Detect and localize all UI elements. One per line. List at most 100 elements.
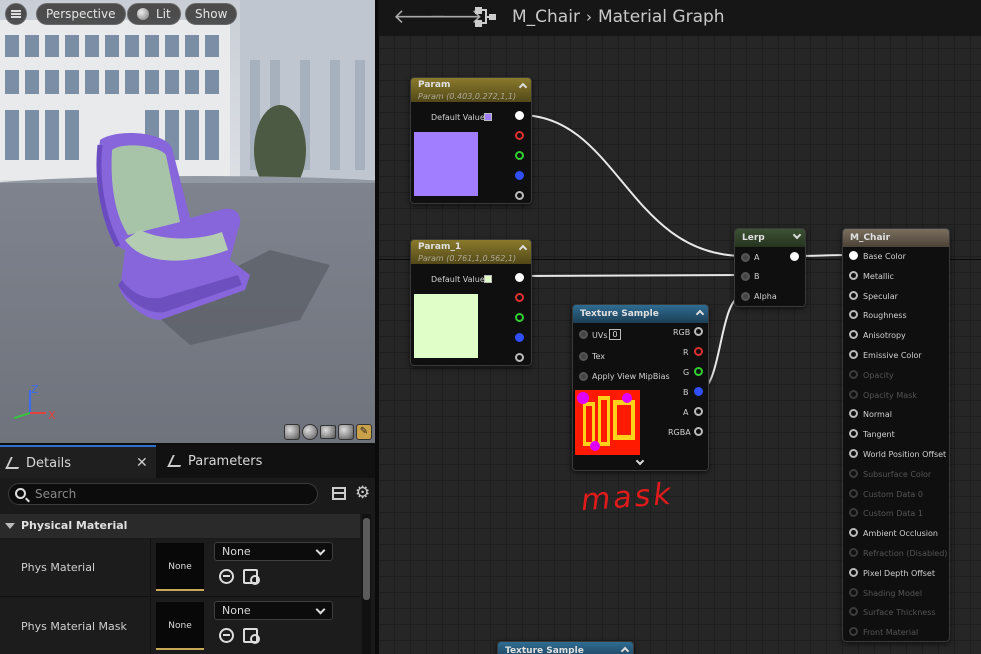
tab-details[interactable]: Details ✕ <box>0 445 156 478</box>
asset-combo[interactable]: None <box>214 542 333 561</box>
gear-icon[interactable]: ⚙ <box>355 484 370 502</box>
use-selected-icon[interactable] <box>219 569 234 584</box>
material-input-pin[interactable] <box>849 409 858 419</box>
output-pin-rgb[interactable] <box>515 273 524 282</box>
pin-label: Tex <box>592 352 606 361</box>
show-button[interactable]: Show <box>185 3 238 25</box>
search-box[interactable] <box>8 483 318 505</box>
search-input[interactable] <box>35 486 305 502</box>
material-input-pin[interactable] <box>849 251 858 260</box>
browse-asset-icon[interactable] <box>243 628 260 644</box>
param-node-header[interactable]: Param Param (0.403,0.272,1,1) <box>411 78 531 102</box>
uv-index-field[interactable]: 0 <box>609 329 621 340</box>
texture-sample-node[interactable]: Texture Sample UVs 0 Tex Apply View MipB… <box>572 304 709 471</box>
color-preview <box>414 294 478 358</box>
color-swatch[interactable] <box>484 275 492 283</box>
input-pin-alpha[interactable] <box>741 292 750 301</box>
material-input-pin[interactable] <box>849 290 858 300</box>
output-pin-g[interactable] <box>515 151 524 160</box>
output-pin-rgb[interactable] <box>694 327 703 336</box>
pin-label: G <box>683 368 690 377</box>
color-swatch[interactable] <box>484 113 492 121</box>
category-header[interactable]: Physical Material <box>0 514 360 538</box>
perspective-button[interactable]: Perspective <box>36 3 126 25</box>
material-input-pin[interactable] <box>849 330 858 340</box>
search-row: ⚙ <box>0 481 375 507</box>
chevron-up-icon[interactable] <box>518 244 528 254</box>
output-pin-b[interactable] <box>515 171 524 180</box>
sphere-preview-icon[interactable] <box>302 424 318 440</box>
param1-node-header[interactable]: Param_1 Param (0.761,1,0.562,1) <box>411 240 531 264</box>
tab-parameters[interactable]: Parameters <box>166 445 262 478</box>
asset-combo[interactable]: None <box>214 601 333 620</box>
input-pin-a[interactable] <box>741 253 750 262</box>
viewport[interactable]: Z X Perspective Lit Show ✎ <box>0 0 375 443</box>
viewport-scene[interactable]: Z X <box>0 0 375 443</box>
material-graph-canvas[interactable]: 🡐 🡒 M_Chair › Material Graph Param Param (… <box>378 0 981 654</box>
close-icon[interactable]: ✕ <box>136 447 148 480</box>
output-pin-g[interactable] <box>694 367 703 376</box>
input-pin-b[interactable] <box>741 272 750 281</box>
input-pin-mipbias[interactable] <box>579 372 588 381</box>
output-pin-rgb[interactable] <box>515 111 524 120</box>
property-label: Phys Material <box>21 561 96 574</box>
lerp-node[interactable]: Lerp A B Alpha <box>734 228 806 307</box>
chevron-up-icon[interactable] <box>620 646 630 654</box>
output-pin-b[interactable] <box>515 333 524 342</box>
output-pin-g[interactable] <box>515 313 524 322</box>
input-pin-uvs[interactable] <box>579 330 588 339</box>
material-input-pin[interactable] <box>849 429 858 439</box>
lit-button[interactable]: Lit <box>127 3 181 25</box>
cylinder-preview-icon[interactable] <box>284 424 300 440</box>
lerp-node-header[interactable]: Lerp <box>735 229 805 247</box>
material-input-pin[interactable] <box>849 528 858 538</box>
details-scrollbar[interactable] <box>362 514 371 654</box>
param1-node[interactable]: Param_1 Param (0.761,1,0.562,1) Default … <box>410 239 532 366</box>
material-node-header[interactable]: M_Chair <box>843 229 949 247</box>
scrollbar-thumb[interactable] <box>363 518 370 600</box>
use-selected-icon[interactable] <box>219 628 234 643</box>
material-input-pin[interactable] <box>849 449 858 458</box>
param-node[interactable]: Param Param (0.403,0.272,1,1) Default Va… <box>410 77 532 204</box>
chevron-up-icon[interactable] <box>695 309 705 319</box>
asset-thumbnail[interactable]: None <box>156 543 204 591</box>
material-input-label: Base Color <box>863 252 906 261</box>
chevron-up-icon[interactable] <box>518 82 528 92</box>
output-pin-a[interactable] <box>515 191 524 200</box>
axis-x-label: X <box>48 409 56 422</box>
browse-asset-icon[interactable] <box>243 569 260 585</box>
divider <box>150 539 151 597</box>
texture-sample-header[interactable]: Texture Sample <box>498 642 633 654</box>
custom-mesh-preview-icon[interactable]: ✎ <box>356 424 372 440</box>
output-pin-a[interactable] <box>694 407 703 416</box>
output-pin-r[interactable] <box>515 131 524 140</box>
plane-preview-icon[interactable] <box>320 425 336 439</box>
material-input-pin <box>849 369 858 379</box>
asset-thumbnail[interactable]: None <box>156 602 204 650</box>
table-view-icon[interactable] <box>332 487 346 500</box>
material-input-pin[interactable] <box>849 567 858 577</box>
output-pin-rgba[interactable] <box>694 427 703 436</box>
texture-sample-header[interactable]: Texture Sample <box>573 305 708 323</box>
viewport-menu-button[interactable] <box>5 3 27 25</box>
input-pin-tex[interactable] <box>579 352 588 361</box>
chevron-down-icon[interactable] <box>792 230 802 240</box>
material-input-pin[interactable] <box>849 310 858 320</box>
output-pin-r[interactable] <box>515 293 524 302</box>
material-input-pin[interactable] <box>849 350 858 359</box>
material-input-pin[interactable] <box>849 270 858 280</box>
cube-preview-icon[interactable] <box>338 424 354 440</box>
wire-param-to-a <box>519 114 745 257</box>
output-pin-result[interactable] <box>790 252 799 261</box>
output-pin-a[interactable] <box>515 353 524 362</box>
output-pin-b[interactable] <box>694 387 703 396</box>
category-label: Physical Material <box>21 519 128 532</box>
output-pin-r[interactable] <box>694 347 703 356</box>
lit-label: Lit <box>156 7 171 21</box>
chevron-down-icon[interactable] <box>635 456 645 466</box>
material-result-node[interactable]: M_Chair Base Color Metallic Specular Roughn… <box>842 228 950 642</box>
texture-sample-node-2[interactable]: Texture Sample <box>497 641 634 654</box>
node-title: Lerp <box>742 233 765 243</box>
search-icon <box>15 488 26 499</box>
default-value-label: Default Value <box>431 275 485 284</box>
